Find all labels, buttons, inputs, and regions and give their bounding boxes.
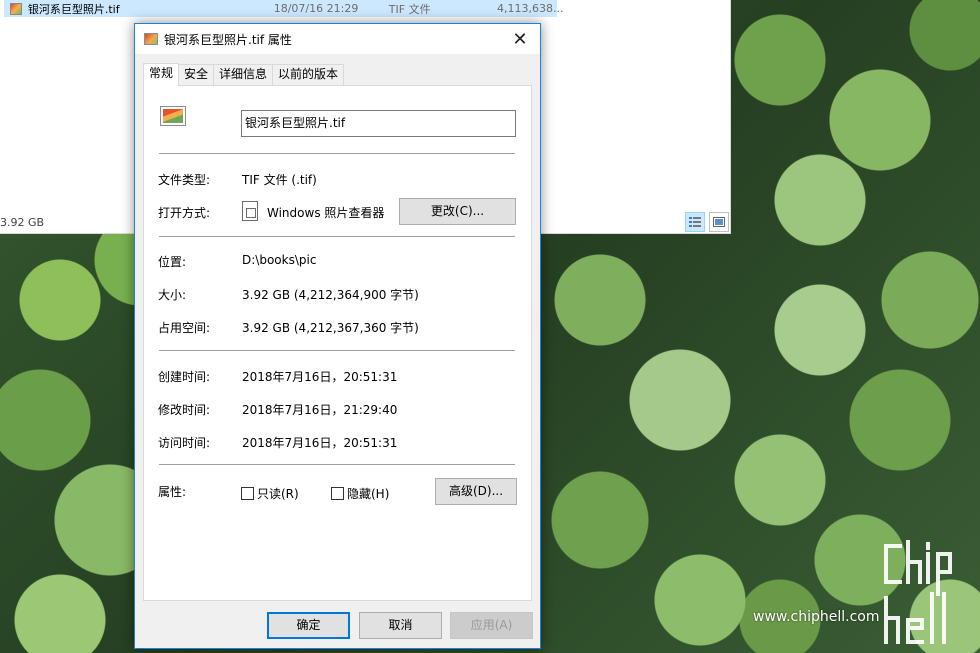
chiphell-logo-icon: [884, 540, 952, 644]
dialog-titlebar[interactable]: 银河系巨型照片.tif 属性 ✕: [135, 24, 540, 54]
apply-button[interactable]: 应用(A): [450, 612, 533, 639]
file-name-cell: 银河系巨型照片.tif: [27, 2, 120, 16]
size-on-disk-label: 占用空间:: [158, 321, 211, 335]
size-on-disk-value: 3.92 GB (4,212,367,360 字节): [242, 321, 419, 335]
readonly-checkbox[interactable]: 只读(R): [241, 485, 299, 502]
divider: [159, 153, 515, 154]
size-value: 3.92 GB (4,212,364,900 字节): [242, 288, 419, 302]
details-view-icon: [689, 217, 701, 227]
file-type-label: 文件类型:: [158, 173, 211, 187]
details-view-button[interactable]: [685, 212, 705, 232]
divider: [159, 350, 515, 351]
change-button[interactable]: 更改(C)...: [399, 198, 516, 225]
watermark-url: www.chiphell.com: [753, 609, 880, 625]
large-icons-view-icon: [713, 217, 725, 227]
attributes-label: 属性:: [158, 485, 187, 499]
file-type-cell: TIF 文件: [388, 2, 431, 16]
file-list-row[interactable]: 银河系巨型照片.tif 18/07/16 21:29 TIF 文件 4,113,…: [4, 0, 564, 17]
hidden-checkbox[interactable]: 隐藏(H): [331, 485, 389, 502]
tif-file-icon: [10, 2, 22, 15]
modified-label: 修改时间:: [158, 403, 211, 417]
size-label: 大小:: [158, 288, 187, 302]
tab-security[interactable]: 安全: [179, 64, 215, 85]
accessed-label: 访问时间:: [158, 436, 211, 450]
tab-details[interactable]: 详细信息: [214, 64, 274, 85]
divider: [159, 236, 515, 237]
readonly-label: 只读(R): [257, 487, 299, 501]
accessed-value: 2018年7月16日，20:51:31: [242, 436, 398, 450]
created-label: 创建时间:: [158, 370, 211, 384]
location-value: D:\books\pic: [242, 253, 317, 267]
file-thumbnail-icon: [160, 106, 186, 126]
large-icons-view-button[interactable]: [709, 212, 729, 232]
open-with-value: Windows 照片查看器: [267, 206, 385, 220]
advanced-button[interactable]: 高级(D)...: [435, 478, 517, 505]
tab-general[interactable]: 常规: [143, 63, 180, 86]
hidden-label: 隐藏(H): [347, 487, 390, 501]
general-tab-panel: 银河系巨型照片.tif 文件类型: TIF 文件 (.tif) 打开方式: Wi…: [143, 85, 532, 601]
open-with-label: 打开方式:: [158, 206, 211, 220]
file-type-value: TIF 文件 (.tif): [242, 173, 317, 187]
tab-previous-versions[interactable]: 以前的版本: [273, 64, 345, 85]
close-button[interactable]: ✕: [500, 24, 540, 54]
checkbox-box[interactable]: [331, 487, 344, 500]
image-file-icon: [144, 33, 158, 45]
ok-button[interactable]: 确定: [267, 612, 350, 639]
tab-strip: 常规 安全 详细信息 以前的版本: [143, 63, 345, 86]
created-value: 2018年7月16日，20:51:31: [242, 370, 398, 384]
properties-dialog: 银河系巨型照片.tif 属性 ✕ 常规 安全 详细信息 以前的版本 银河系巨型照…: [134, 23, 541, 649]
file-name-field[interactable]: 银河系巨型照片.tif: [241, 110, 516, 137]
modified-value: 2018年7月16日，21:29:40: [242, 403, 398, 417]
checkbox-box[interactable]: [241, 487, 254, 500]
dialog-title: 银河系巨型照片.tif 属性: [164, 32, 292, 47]
divider: [159, 464, 515, 465]
file-size-cell: 4,113,638...: [496, 2, 564, 15]
cancel-button[interactable]: 取消: [359, 612, 442, 639]
status-bar-size: 3.92 GB: [0, 216, 45, 229]
photo-viewer-icon: [242, 201, 258, 221]
location-label: 位置:: [158, 255, 187, 269]
file-date-cell: 18/07/16 21:29: [273, 2, 359, 15]
